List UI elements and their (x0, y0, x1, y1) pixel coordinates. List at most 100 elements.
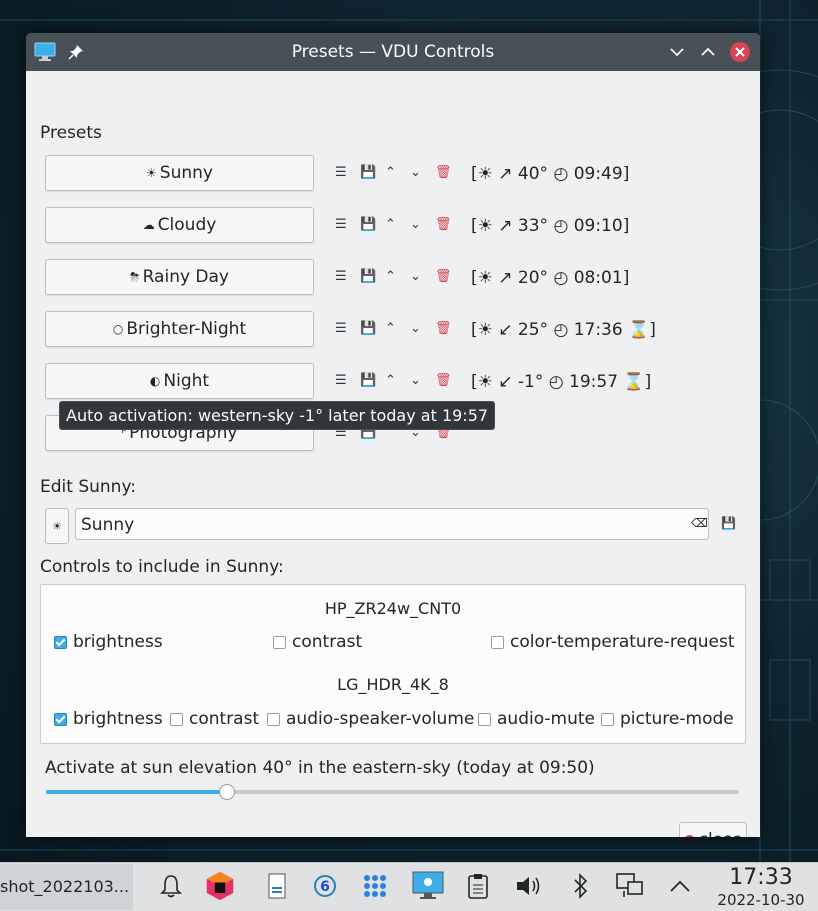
save-icon[interactable]: 💾 (360, 165, 376, 180)
move-down-icon[interactable]: ⌄ (410, 269, 421, 284)
delete-icon[interactable]: 🗑 (435, 165, 452, 180)
checkbox-hp-brightness[interactable]: brightness (54, 632, 163, 652)
checkbox-box[interactable] (491, 635, 504, 649)
move-up-icon[interactable]: ⌃ (385, 269, 396, 284)
activation-text: Activate at sun elevation 40° in the eas… (45, 758, 595, 778)
preset-tools: ☰ 💾 ⌃ ⌄ 🗑 (335, 321, 455, 341)
circle-icon: ○ (112, 322, 124, 336)
checkbox-lg-audio-speaker-volume[interactable]: audio-speaker-volume (267, 709, 474, 729)
controls-group: HP_ZR24w_CNT0 brightness contrast color-… (40, 584, 746, 744)
controls-label: Controls to include in Sunny: (40, 557, 284, 577)
move-up-icon[interactable]: ⌃ (385, 373, 396, 388)
checkbox-label: brightness (73, 632, 163, 652)
checkbox-box[interactable] (601, 712, 614, 726)
preset-name: Sunny (159, 163, 213, 183)
cloud-icon: ☁ (142, 218, 155, 232)
half-moon-icon: ◐ (149, 374, 161, 388)
checkbox-box[interactable] (267, 712, 280, 726)
preset-name: Cloudy (157, 215, 217, 235)
preset-tools: ☰ 💾 ⌃ ⌄ 🗑 (335, 269, 455, 289)
checkbox-hp-contrast[interactable]: contrast (273, 632, 362, 652)
edit-preset-label: Edit Sunny: (40, 477, 136, 497)
close-window-icon[interactable] (728, 40, 752, 64)
preset-schedule: [☀ ↗ 40° ◴ 09:49] (471, 164, 630, 184)
checkbox-box[interactable] (54, 635, 67, 649)
preset-button-sunny[interactable]: ☀ Sunny (45, 155, 314, 191)
maximize-chevron-icon[interactable] (696, 40, 720, 64)
sun-elevation-slider[interactable] (46, 790, 739, 794)
expand-tray-chevron-icon[interactable] (665, 871, 695, 901)
save-icon[interactable]: 💾 (360, 321, 376, 336)
storm-cloud-icon: ⛈ (130, 269, 140, 284)
workspace-6-icon[interactable]: 6 (310, 871, 340, 901)
clear-text-icon[interactable]: ⌫ (691, 516, 708, 530)
checkbox-box[interactable] (54, 712, 67, 726)
edit-lines-icon[interactable]: ☰ (335, 373, 347, 388)
move-down-icon[interactable]: ⌄ (410, 165, 421, 180)
app-cube-icon[interactable] (205, 871, 235, 901)
edit-lines-icon[interactable]: ☰ (335, 321, 347, 336)
presets-section-label: Presets (40, 123, 102, 143)
preset-tools: ☰ 💾 ⌃ ⌄ 🗑 (335, 165, 455, 185)
preset-name: Night (163, 371, 210, 391)
app-grid-icon[interactable] (360, 871, 390, 901)
minimize-chevron-icon[interactable] (665, 40, 689, 64)
preset-button-cloudy[interactable]: ☁ Cloudy (45, 207, 314, 243)
preset-name: Rainy Day (142, 267, 229, 287)
edit-lines-icon[interactable]: ☰ (335, 165, 347, 180)
preset-tools: ☰ 💾 ⌃ ⌄ 🗑 (335, 217, 455, 237)
clock[interactable]: 17:33 2022-10-30 (706, 865, 816, 909)
preset-icon-button[interactable]: ☀ (45, 508, 69, 544)
document-icon[interactable] (262, 871, 292, 901)
delete-icon[interactable]: 🗑 (435, 373, 452, 388)
checkbox-label: picture-mode (620, 709, 734, 729)
checkbox-label: brightness (73, 709, 163, 729)
save-icon[interactable]: 💾 (360, 373, 376, 388)
close-button-label: close (699, 830, 743, 837)
bluetooth-icon[interactable] (566, 871, 596, 901)
preset-button-rainy-day[interactable]: ⛈ Rainy Day (45, 259, 314, 295)
move-up-icon[interactable]: ⌃ (385, 165, 396, 180)
save-icon[interactable]: 💾 (360, 217, 376, 232)
checkbox-box[interactable] (170, 712, 183, 726)
delete-icon[interactable]: 🗑 (435, 217, 452, 232)
checkbox-label: contrast (189, 709, 260, 729)
taskbar: shot_2022103... 6 17:33 2022-10-30 (0, 862, 818, 911)
slider-handle[interactable] (219, 784, 235, 800)
svg-text:6: 6 (320, 879, 330, 895)
bell-icon[interactable] (156, 871, 186, 901)
clipboard-icon[interactable] (463, 871, 493, 901)
checkbox-lg-picture-mode[interactable]: picture-mode (601, 709, 734, 729)
checkbox-box[interactable] (478, 712, 491, 726)
preset-button-brighter-night[interactable]: ○ Brighter-Night (45, 311, 314, 347)
task-entry-screenshot[interactable]: shot_2022103... (0, 864, 133, 910)
move-down-icon[interactable]: ⌄ (410, 217, 421, 232)
network-icon[interactable] (615, 871, 645, 901)
move-up-icon[interactable]: ⌃ (385, 217, 396, 232)
move-down-icon[interactable]: ⌄ (410, 321, 421, 336)
checkbox-hp-color-temperature[interactable]: color-temperature-request (491, 632, 735, 652)
auto-activation-tooltip: Auto activation: western-sky -1° later t… (59, 401, 496, 430)
save-icon[interactable]: 💾 (721, 516, 736, 530)
vdu-controls-tray-icon[interactable] (410, 871, 446, 901)
edit-lines-icon[interactable]: ☰ (335, 217, 347, 232)
checkbox-lg-audio-mute[interactable]: audio-mute (478, 709, 595, 729)
move-up-icon[interactable]: ⌃ (385, 321, 396, 336)
slider-fill (46, 790, 226, 794)
checkbox-box[interactable] (273, 635, 286, 649)
volume-icon[interactable] (514, 871, 544, 901)
checkbox-lg-contrast[interactable]: contrast (170, 709, 259, 729)
vdu-name: LG_HDR_4K_8 (337, 675, 449, 694)
edit-lines-icon[interactable]: ☰ (335, 269, 347, 284)
preset-button-night[interactable]: ◐ Night (45, 363, 314, 399)
move-down-icon[interactable]: ⌄ (410, 373, 421, 388)
checkbox-label: audio-speaker-volume (286, 709, 475, 729)
window-content: Presets ☀ Sunny ☰ 💾 ⌃ ⌄ 🗑 [☀ ↗ 40° ◴ 09:… (26, 71, 760, 837)
delete-icon[interactable]: 🗑 (435, 321, 452, 336)
sun-icon: ☀ (146, 166, 157, 180)
checkbox-lg-brightness[interactable]: brightness (54, 709, 163, 729)
delete-icon[interactable]: 🗑 (435, 269, 452, 284)
close-button[interactable]: ✕ close (679, 822, 747, 837)
preset-name-input[interactable]: Sunny (75, 508, 709, 540)
save-icon[interactable]: 💾 (360, 269, 376, 284)
